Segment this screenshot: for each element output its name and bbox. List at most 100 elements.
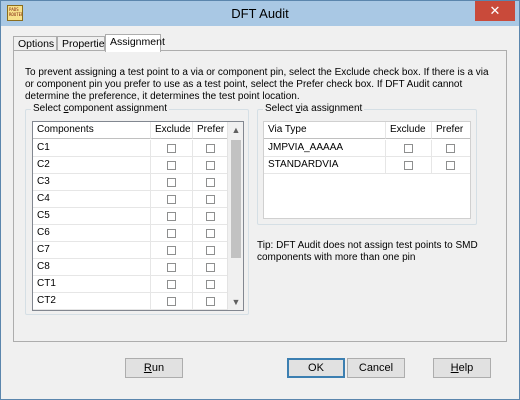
column-header-exclude[interactable]: Exclude: [386, 122, 432, 139]
table-row[interactable]: C2: [33, 157, 229, 174]
chevron-up-icon[interactable]: ▲: [228, 122, 243, 138]
exclude-checkbox[interactable]: [167, 195, 176, 204]
prefer-checkbox[interactable]: [446, 144, 455, 153]
prefer-cell: [193, 225, 229, 242]
table-row[interactable]: JMPVIA_AAAAA: [264, 140, 470, 157]
component-name: C6: [33, 225, 151, 242]
exclude-cell: [151, 174, 193, 191]
run-button[interactable]: Run: [125, 358, 183, 378]
exclude-checkbox[interactable]: [167, 297, 176, 306]
component-grid[interactable]: Components Exclude Prefer C1 C2 C3 C4 C5 C6 C7…: [32, 121, 244, 311]
tab-options[interactable]: Options: [13, 36, 57, 51]
exclude-cell: [386, 157, 432, 174]
exclude-cell: [151, 208, 193, 225]
exclude-checkbox[interactable]: [167, 246, 176, 255]
prefer-checkbox[interactable]: [206, 263, 215, 272]
help-button[interactable]: Help: [433, 358, 491, 378]
table-row[interactable]: C1: [33, 140, 229, 157]
prefer-checkbox[interactable]: [206, 212, 215, 221]
tab-label: Options: [18, 38, 55, 50]
prefer-cell: [193, 140, 229, 157]
exclude-checkbox[interactable]: [167, 144, 176, 153]
component-grid-scrollbar[interactable]: ▲ ▼: [227, 122, 243, 310]
exclude-checkbox[interactable]: [404, 144, 413, 153]
table-row[interactable]: STANDARDVIA: [264, 157, 470, 174]
via-grid[interactable]: Via Type Exclude Prefer JMPVIA_AAAAA STAN…: [263, 121, 471, 219]
prefer-checkbox[interactable]: [206, 195, 215, 204]
component-name: C3: [33, 174, 151, 191]
prefer-checkbox[interactable]: [206, 297, 215, 306]
cancel-button[interactable]: Cancel: [347, 358, 405, 378]
column-header-exclude[interactable]: Exclude: [151, 122, 193, 139]
via-assignment-label: Select via assignment: [263, 103, 365, 114]
tab-assignment[interactable]: Assignment: [105, 34, 165, 52]
ok-button[interactable]: OK: [287, 358, 345, 378]
table-row[interactable]: CT2: [33, 293, 229, 310]
via-grid-header: Via Type Exclude Prefer: [264, 122, 470, 139]
column-header-via-type[interactable]: Via Type: [264, 122, 386, 139]
window-title: DFT Audit: [231, 6, 289, 21]
prefer-checkbox[interactable]: [206, 229, 215, 238]
exclude-checkbox[interactable]: [404, 161, 413, 170]
exclude-cell: [151, 276, 193, 293]
prefer-checkbox[interactable]: [206, 144, 215, 153]
exclude-cell: [151, 191, 193, 208]
table-row[interactable]: CT1: [33, 276, 229, 293]
tab-label: Assignment: [110, 36, 165, 48]
tab-properties[interactable]: Properties: [57, 36, 110, 51]
prefer-cell: [193, 242, 229, 259]
component-name: C8: [33, 259, 151, 276]
chevron-down-icon[interactable]: ▼: [228, 294, 243, 310]
column-header-prefer[interactable]: Prefer: [193, 122, 229, 139]
prefer-cell: [193, 157, 229, 174]
component-name: C2: [33, 157, 151, 174]
table-row[interactable]: C8: [33, 259, 229, 276]
scrollbar-thumb[interactable]: [231, 140, 241, 258]
prefer-checkbox[interactable]: [206, 161, 215, 170]
prefer-checkbox[interactable]: [446, 161, 455, 170]
exclude-cell: [151, 293, 193, 310]
prefer-checkbox[interactable]: [206, 178, 215, 187]
tip-note: Tip: DFT Audit does not assign test poin…: [257, 240, 497, 264]
component-name: C5: [33, 208, 151, 225]
tip-label: Tip:: [257, 240, 274, 251]
exclude-cell: [151, 242, 193, 259]
table-row[interactable]: C3: [33, 174, 229, 191]
tip-text: DFT Audit does not assign test points to…: [257, 240, 478, 263]
prefer-cell: [193, 208, 229, 225]
exclude-checkbox[interactable]: [167, 263, 176, 272]
component-name: C4: [33, 191, 151, 208]
exclude-checkbox[interactable]: [167, 161, 176, 170]
prefer-cell: [193, 293, 229, 310]
exclude-checkbox[interactable]: [167, 280, 176, 289]
component-grid-header: Components Exclude Prefer: [33, 122, 229, 139]
column-header-prefer[interactable]: Prefer: [432, 122, 470, 139]
title-bar[interactable]: PADS ROUTER DFT Audit ✕: [1, 1, 519, 26]
exclude-cell: [151, 140, 193, 157]
close-icon: ✕: [489, 3, 501, 18]
table-row[interactable]: C6: [33, 225, 229, 242]
table-row[interactable]: C4: [33, 191, 229, 208]
prefer-cell: [432, 140, 470, 157]
dft-audit-dialog: PADS ROUTER DFT Audit ✕ Options Properti…: [0, 0, 520, 400]
exclude-checkbox[interactable]: [167, 178, 176, 187]
component-name: C1: [33, 140, 151, 157]
prefer-checkbox[interactable]: [206, 280, 215, 289]
tab-label: Properties: [62, 38, 110, 50]
prefer-cell: [193, 259, 229, 276]
close-button[interactable]: ✕: [475, 1, 515, 21]
exclude-checkbox[interactable]: [167, 212, 176, 221]
table-row[interactable]: C5: [33, 208, 229, 225]
via-type-name: STANDARDVIA: [264, 157, 386, 174]
prefer-checkbox[interactable]: [206, 246, 215, 255]
exclude-checkbox[interactable]: [167, 229, 176, 238]
prefer-cell: [193, 174, 229, 191]
component-name: CT2: [33, 293, 151, 310]
prefer-cell: [193, 191, 229, 208]
exclude-cell: [386, 140, 432, 157]
column-header-components[interactable]: Components: [33, 122, 151, 139]
table-row[interactable]: C7: [33, 242, 229, 259]
prefer-cell: [193, 276, 229, 293]
component-assignment-group: Select component assignment Components E…: [25, 103, 249, 315]
exclude-cell: [151, 157, 193, 174]
